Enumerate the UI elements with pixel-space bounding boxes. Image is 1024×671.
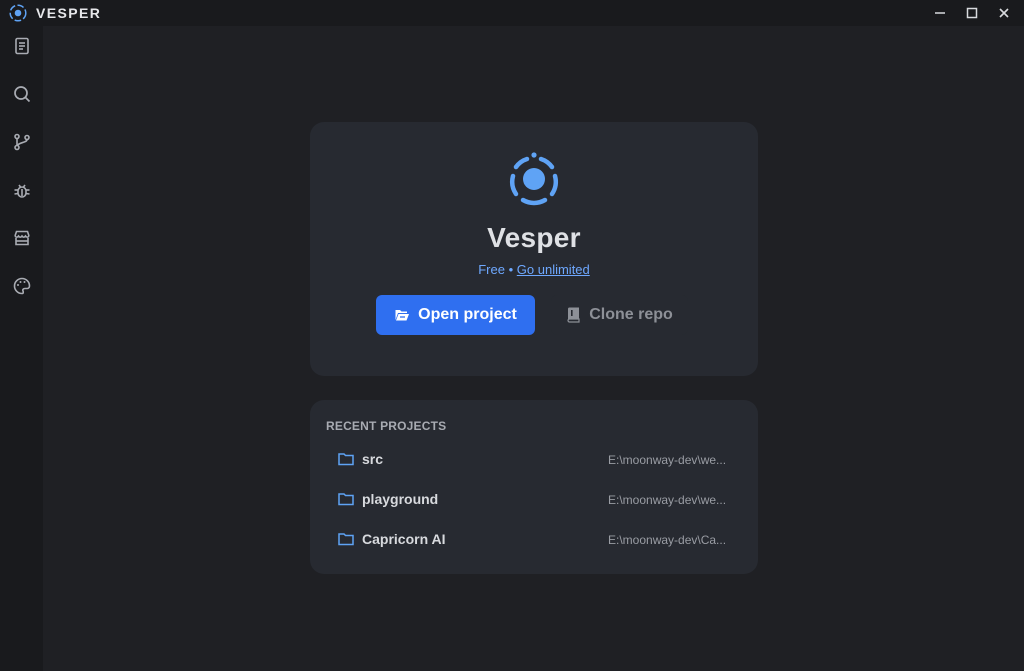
project-name: playground	[362, 491, 439, 507]
minimize-button[interactable]	[924, 0, 956, 26]
plan-line: Free • Go unlimited	[310, 262, 758, 277]
open-project-label: Open project	[418, 306, 517, 323]
maximize-button[interactable]	[956, 0, 988, 26]
sidebar-item-theme[interactable]	[10, 274, 34, 298]
recent-project-item[interactable]: src E:\moonway-dev\we...	[326, 443, 742, 475]
project-path: E:\moonway-dev\we...	[608, 493, 727, 507]
sidebar-item-source-control[interactable]	[10, 130, 34, 154]
source-control-icon	[14, 133, 30, 151]
activity-sidebar	[0, 26, 43, 671]
folder-icon	[338, 533, 354, 546]
maximize-icon	[966, 7, 978, 19]
sidebar-item-explorer[interactable]	[10, 34, 34, 58]
open-folder-icon	[395, 310, 410, 321]
vesper-logo-icon	[510, 152, 558, 206]
search-icon	[14, 86, 31, 103]
sidebar-item-marketplace[interactable]	[10, 226, 34, 250]
recent-projects-heading: RECENT PROJECTS	[326, 419, 447, 433]
title-bar: VESPER	[0, 0, 1024, 26]
project-name: Capricorn AI	[362, 531, 446, 547]
sidebar-item-debug[interactable]	[10, 178, 34, 202]
project-name: src	[362, 451, 384, 467]
explorer-icon	[15, 37, 29, 55]
welcome-card: Vesper Free • Go unlimited Open project …	[310, 122, 758, 376]
plan-separator: •	[508, 262, 514, 277]
app-name: Vesper	[487, 222, 581, 253]
repo-book-icon	[567, 307, 580, 323]
recent-project-item[interactable]: Capricorn AI E:\moonway-dev\Ca...	[326, 523, 742, 555]
recent-projects-card: RECENT PROJECTS src E:\moonway-dev\we...…	[310, 400, 758, 574]
clone-repo-button[interactable]: Clone repo	[551, 295, 688, 335]
go-unlimited-link[interactable]: Go unlimited	[517, 262, 590, 277]
close-icon	[999, 8, 1009, 18]
theme-palette-icon	[13, 277, 31, 295]
recent-project-item[interactable]: playground E:\moonway-dev\we...	[326, 483, 742, 515]
project-path: E:\moonway-dev\Ca...	[608, 533, 727, 547]
open-project-button[interactable]: Open project	[376, 295, 535, 335]
project-path: E:\moonway-dev\we...	[608, 453, 727, 467]
minimize-icon	[935, 12, 945, 14]
plan-label: Free	[478, 262, 505, 277]
folder-icon	[338, 453, 354, 466]
debug-icon	[14, 184, 30, 198]
app-title: VESPER	[36, 5, 102, 21]
marketplace-icon	[14, 230, 30, 246]
clone-repo-label: Clone repo	[589, 306, 673, 323]
sidebar-item-search[interactable]	[10, 82, 34, 106]
vesper-logo-icon	[9, 4, 27, 22]
folder-icon	[338, 493, 354, 506]
close-button[interactable]	[988, 0, 1020, 26]
